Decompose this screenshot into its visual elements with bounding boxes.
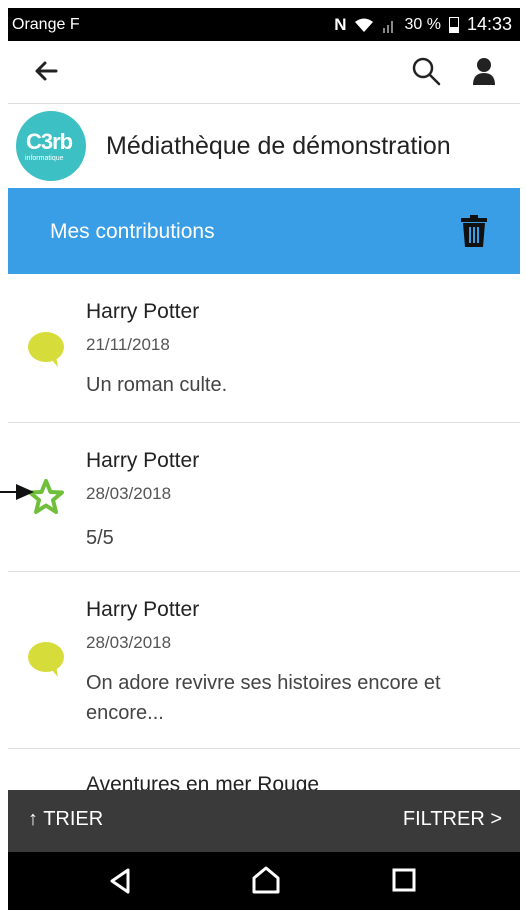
item-content: 5/5: [86, 527, 114, 549]
list-item[interactable]: Harry Potter 28/03/2018 On adore revivre…: [8, 572, 520, 749]
item-title: Harry Potter: [86, 449, 200, 472]
back-arrow-icon[interactable]: [30, 55, 62, 87]
item-title: Harry Potter: [86, 598, 200, 621]
clock-time: 14:33: [466, 14, 512, 34]
item-content: On adore revivre ses histoires encore et…: [86, 672, 441, 724]
logo-text: C3rb: [26, 129, 73, 154]
filter-button[interactable]: FILTRER >: [403, 808, 502, 831]
list-item[interactable]: Harry Potter 28/03/2018 5/5: [8, 423, 520, 572]
logo-subtext: informatique: [25, 155, 64, 162]
status-bar: Orange F N 30 % 14:33: [8, 8, 520, 41]
contributions-list: Harry Potter 21/11/2018 Un roman culte. …: [8, 274, 520, 790]
carrier-name: Orange F: [12, 15, 80, 33]
search-icon[interactable]: [410, 55, 442, 87]
nav-recent-icon[interactable]: [390, 866, 418, 894]
comment-bubble-icon: [28, 332, 64, 367]
battery-percent: 30 %: [404, 15, 441, 33]
system-nav-bar: [8, 852, 520, 910]
section-title: Mes contributions: [50, 220, 215, 243]
list-item[interactable]: Aventures en mer Rouge: [8, 749, 520, 790]
item-title: Aventures en mer Rouge: [86, 773, 320, 790]
library-logo: C3rb informatique: [16, 111, 86, 181]
item-content: Un roman culte.: [86, 374, 228, 396]
comment-bubble-icon: [28, 642, 64, 677]
nfc-icon: N: [334, 14, 347, 34]
item-date: 21/11/2018: [86, 335, 170, 354]
library-header: C3rb informatique Médiathèque de démonst…: [8, 104, 520, 188]
trash-icon[interactable]: [458, 214, 490, 248]
item-date: 28/03/2018: [86, 484, 172, 503]
signal-icon: [383, 20, 394, 33]
list-item[interactable]: Harry Potter 21/11/2018 Un roman culte.: [8, 274, 520, 423]
library-name: Médiathèque de démonstration: [106, 131, 451, 160]
section-header: Mes contributions: [8, 188, 520, 274]
sort-filter-bar: ↑ TRIER FILTRER >: [8, 790, 520, 852]
nav-back-icon[interactable]: [106, 866, 136, 896]
item-title: Harry Potter: [86, 300, 200, 323]
item-date: 28/03/2018: [86, 633, 172, 652]
pointer-arrow-icon: [0, 484, 34, 500]
nav-home-icon[interactable]: [250, 864, 282, 896]
account-icon[interactable]: [468, 55, 500, 87]
battery-icon: [448, 16, 459, 33]
sort-button[interactable]: ↑ TRIER: [28, 808, 103, 831]
app-bar: [8, 41, 520, 104]
wifi-icon: [355, 18, 374, 32]
